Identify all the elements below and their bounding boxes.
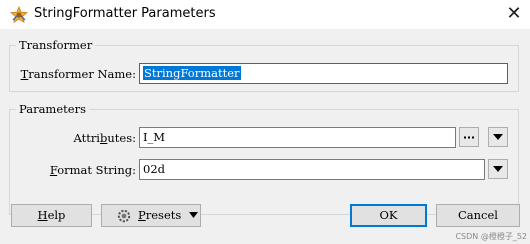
parameters-group-legend: Parameters <box>16 102 89 116</box>
transformer-name-value: StringFormatter <box>143 66 241 80</box>
attributes-label: Attributes: <box>73 131 136 145</box>
chevron-down-icon <box>493 166 503 172</box>
watermark-text: CSDN @橙橙子_52 <box>455 232 527 241</box>
window-title: StringFormatter Parameters <box>34 6 216 21</box>
format-string-field[interactable]: 02d <box>139 159 485 180</box>
presets-button-label: Presets <box>138 208 182 222</box>
attributes-field[interactable]: I_M <box>139 127 456 148</box>
transformer-name-field[interactable]: StringFormatter <box>139 63 508 84</box>
help-button[interactable]: Help <box>11 204 92 227</box>
ok-button[interactable]: OK <box>350 204 427 227</box>
presets-button[interactable]: Presets <box>101 204 201 227</box>
transformer-app-icon <box>10 6 28 24</box>
transformer-name-label: Transformer Name: <box>20 67 136 81</box>
gear-icon <box>117 209 131 223</box>
format-string-dropdown-button[interactable] <box>488 159 508 179</box>
chevron-down-icon <box>493 134 503 140</box>
dialog-content: Transformer Transformer Name: StringForm… <box>0 29 530 244</box>
cancel-button[interactable]: Cancel <box>436 204 520 227</box>
help-button-label: Help <box>37 208 66 222</box>
close-icon: ✕ <box>506 3 522 24</box>
title-bar: StringFormatter Parameters ✕ <box>0 0 530 29</box>
transformer-group-legend: Transformer <box>16 38 96 52</box>
ellipsis-icon <box>464 136 474 139</box>
close-button[interactable]: ✕ <box>498 0 530 29</box>
format-string-label: Format String: <box>49 163 136 177</box>
attributes-ellipsis-button[interactable] <box>459 127 479 147</box>
attributes-dropdown-button[interactable] <box>488 127 508 147</box>
dropdown-arrow-icon <box>189 212 198 218</box>
